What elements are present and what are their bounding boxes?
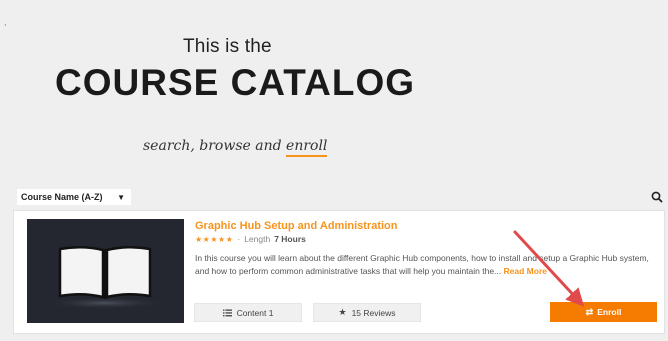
course-card: Graphic Hub Setup and Administration ★★★… [13, 210, 665, 334]
length-value: 7 Hours [274, 234, 306, 244]
content-button[interactable]: Content 1 [194, 303, 302, 322]
enroll-button[interactable]: ⇄ Enroll [550, 302, 657, 322]
open-book-icon [43, 246, 167, 309]
sort-select-value: Course Name (A-Z) [21, 192, 103, 202]
description-text: In this course you will learn about the … [195, 253, 649, 276]
hero-tagline: search, browse and enroll [143, 138, 328, 157]
star-icon: ★ [338, 307, 347, 317]
course-meta: ★★★★★ · Length 7 Hours [195, 234, 306, 244]
course-title[interactable]: Graphic Hub Setup and Administration [195, 220, 398, 232]
sort-select[interactable]: Course Name (A-Z) ▼ [17, 189, 131, 205]
content-label: Content 1 [236, 307, 274, 318]
swap-arrows-icon: ⇄ [585, 306, 594, 317]
search-button[interactable] [650, 190, 664, 204]
read-more-link[interactable]: Read More [504, 266, 547, 276]
hero-title: COURSE CATALOG [55, 62, 416, 103]
rating-stars-icon: ★★★★★ [195, 234, 234, 244]
tagline-emphasis: enroll [286, 138, 328, 157]
search-icon [651, 191, 663, 203]
hero-banner: , This is the COURSE CATALOG search, bro… [0, 0, 668, 185]
course-thumbnail[interactable] [27, 219, 184, 323]
course-description: In this course you will learn about the … [195, 252, 659, 278]
meta-separator: · [237, 234, 241, 244]
hero-subtitle: This is the [183, 36, 272, 57]
length-label: Length [244, 234, 271, 244]
decor-dot: , [4, 17, 7, 27]
tagline-prefix: search, browse and [143, 138, 287, 154]
list-icon [222, 309, 232, 316]
enroll-label: Enroll [597, 307, 622, 317]
chevron-down-icon: ▼ [117, 192, 125, 202]
reviews-button[interactable]: ★ 15 Reviews [313, 303, 421, 322]
reviews-label: 15 Reviews [351, 307, 396, 318]
